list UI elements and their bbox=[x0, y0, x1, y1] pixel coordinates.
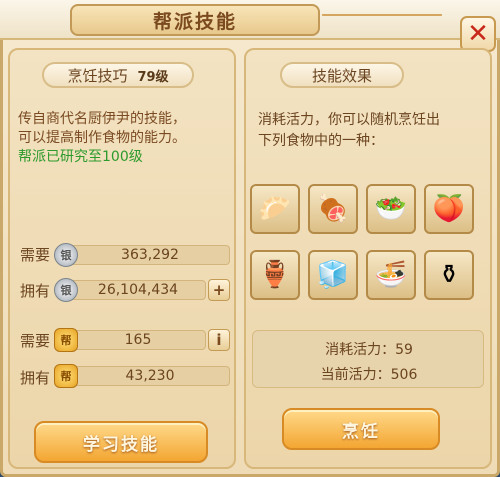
food-item[interactable]: 🍑 bbox=[424, 184, 474, 234]
skill-name-pill: 烹饪技巧 79级 bbox=[42, 62, 194, 88]
energy-info-box: 消耗活力：59 当前活力：506 bbox=[252, 330, 484, 388]
gold-have-value: 43,230 bbox=[70, 366, 230, 386]
silver-coin-icon: 银 bbox=[54, 243, 78, 267]
silver-need-label: 需要 bbox=[20, 246, 51, 264]
bronze-tripod-icon: ⚱ bbox=[438, 260, 460, 290]
peach-bun-icon: 🍑 bbox=[432, 194, 466, 224]
steamed-buns-icon: 🥟 bbox=[258, 194, 292, 224]
learn-skill-button[interactable]: 学习技能 bbox=[34, 421, 208, 463]
gold-need-value: 165 bbox=[70, 330, 206, 350]
green-jelly-icon: 🧊 bbox=[316, 260, 350, 290]
cook-button[interactable]: 烹饪 bbox=[282, 408, 440, 450]
add-silver-button[interactable]: + bbox=[208, 279, 230, 301]
effect-header: 技能效果 bbox=[280, 62, 404, 88]
food-item[interactable]: 🍖 bbox=[308, 184, 358, 234]
food-item[interactable]: ⚱ bbox=[424, 250, 474, 300]
info-button[interactable]: i bbox=[208, 329, 230, 351]
gold-need-label: 需要 bbox=[20, 332, 51, 350]
gold-contribution-icon: 帮 bbox=[54, 364, 78, 388]
effect-description-line1: 消耗活力，你可以随机烹饪出 bbox=[258, 112, 440, 128]
noodle-bowl-icon: 🍜 bbox=[374, 260, 408, 290]
skill-description-line2: 可以提高制作食物的能力。 bbox=[18, 130, 186, 146]
food-item[interactable]: 🥟 bbox=[250, 184, 300, 234]
skill-name: 烹饪技巧 bbox=[67, 66, 128, 85]
title-ribbon: 帮派技能 bbox=[70, 4, 320, 36]
effect-description: 消耗活力，你可以随机烹饪出 下列食物中的一种： bbox=[258, 110, 478, 152]
title-ornament bbox=[322, 14, 442, 22]
close-button[interactable]: ✕ bbox=[460, 16, 496, 52]
guild-research-level: 帮派已研究至100级 bbox=[18, 149, 143, 165]
silver-have-label: 拥有 bbox=[20, 282, 51, 300]
silver-need-value: 363,292 bbox=[70, 245, 230, 265]
close-icon: ✕ bbox=[467, 19, 489, 49]
title-bar: 帮派技能 bbox=[0, 0, 500, 40]
gold-have-label: 拥有 bbox=[20, 369, 51, 387]
gold-contribution-icon: 帮 bbox=[54, 328, 78, 352]
energy-cost: 消耗活力：59 bbox=[325, 342, 413, 358]
window-title: 帮派技能 bbox=[152, 10, 237, 33]
bronze-wine-vessel-icon: 🏺 bbox=[258, 260, 292, 290]
food-item[interactable]: 🏺 bbox=[250, 250, 300, 300]
food-item[interactable]: 🍜 bbox=[366, 250, 416, 300]
silver-coin-icon: 银 bbox=[54, 278, 78, 302]
effect-description-line2: 下列食物中的一种： bbox=[258, 133, 384, 149]
skill-description: 传自商代名厨伊尹的技能， 可以提高制作食物的能力。 帮派已研究至100级 bbox=[18, 110, 234, 167]
energy-current: 当前活力：506 bbox=[320, 367, 418, 383]
braised-pork-icon: 🍖 bbox=[316, 194, 350, 224]
food-item[interactable]: 🧊 bbox=[308, 250, 358, 300]
silver-have-value: 26,104,434 bbox=[70, 280, 206, 300]
skill-level: 79级 bbox=[137, 69, 169, 85]
skill-description-line1: 传自商代名厨伊尹的技能， bbox=[18, 111, 186, 127]
food-item[interactable]: 🥗 bbox=[366, 184, 416, 234]
vegetable-bowl-icon: 🥗 bbox=[374, 194, 408, 224]
